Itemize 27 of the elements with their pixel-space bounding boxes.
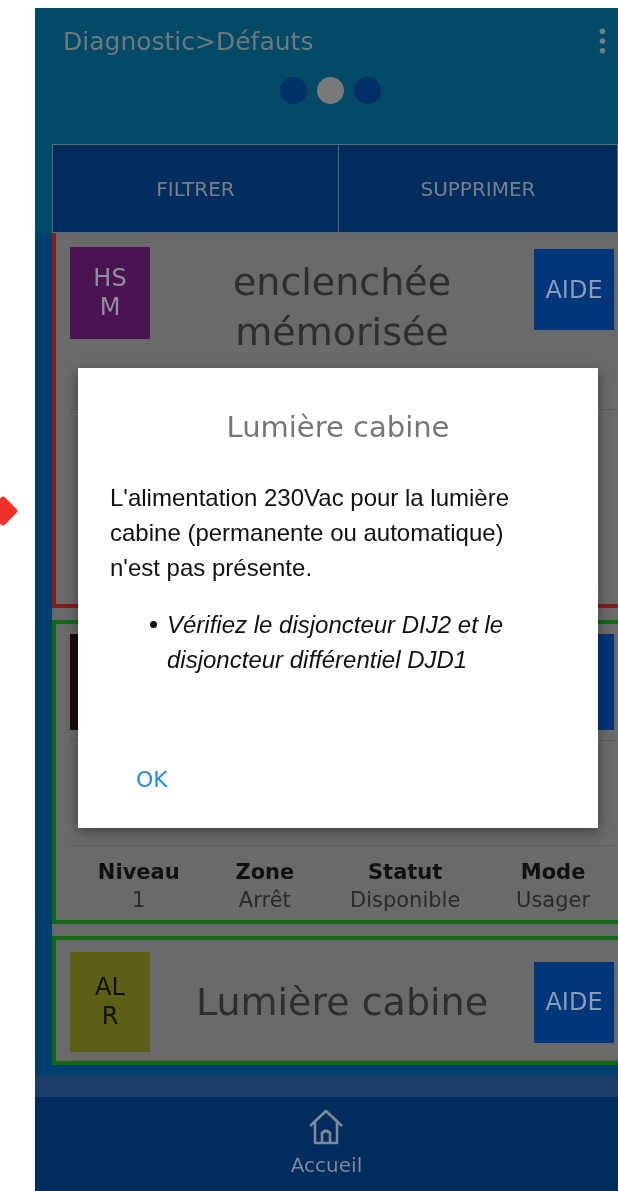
- field-label: Niveau: [97, 860, 180, 884]
- severity-badge: HSM: [70, 247, 150, 339]
- help-button[interactable]: AIDE: [534, 961, 614, 1043]
- dialog-title: Lumière cabine: [225, 410, 451, 444]
- dialog-message: L'alimentation 230Vac pour la lumière cabine (permanente ou automatique) n'est pas présente.: [110, 483, 511, 583]
- ok-button[interactable]: OK: [128, 761, 176, 798]
- action-button[interactable]: FILTRER: [53, 145, 339, 232]
- field-label: Zone: [235, 860, 295, 884]
- field-value: Arrêt: [238, 888, 291, 912]
- field-label: Mode: [520, 860, 586, 884]
- field-value: 1: [132, 888, 146, 912]
- home-tab[interactable]: Accueil: [290, 1097, 363, 1191]
- field-value: Usager: [516, 888, 591, 912]
- fault-title: Lumière cabine: [195, 980, 489, 1024]
- severity-badge: ALR: [70, 952, 150, 1052]
- instruction-text: Vérifiez le disjoncteur DIJ2 et le disjoncteur différentiel DJD1: [167, 610, 505, 675]
- bullet-icon: [150, 621, 157, 628]
- fault-title: enclenchée mémorisée: [232, 260, 452, 354]
- field-value: Disponible: [350, 888, 461, 912]
- more-options-icon[interactable]: [599, 28, 606, 54]
- help-button[interactable]: AIDE: [534, 249, 614, 330]
- screen-title: Diagnostic>Défauts: [63, 26, 315, 56]
- page-indicator-dot[interactable]: [279, 76, 307, 104]
- page-indicator-dot[interactable]: [353, 76, 381, 104]
- field-label: Statut: [367, 860, 443, 884]
- page-indicator-dot[interactable]: [316, 76, 344, 104]
- action-button[interactable]: SUPPRIMER: [339, 145, 618, 232]
